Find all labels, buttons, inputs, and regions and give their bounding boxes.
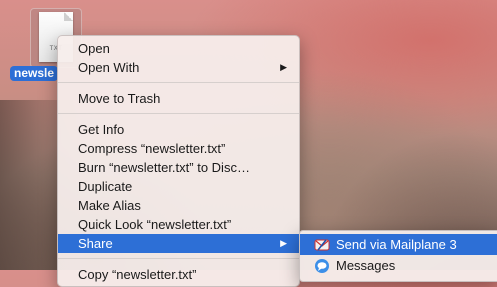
- menu-item-label: Open: [78, 41, 110, 56]
- menu-separator: [58, 82, 299, 83]
- menu-item-label: Get Info: [78, 122, 125, 137]
- messages-icon: [315, 259, 329, 273]
- menu-item-open-with[interactable]: Open With ▶: [58, 58, 299, 77]
- menu-item-label: Open With: [78, 60, 140, 75]
- chevron-right-icon: ▶: [280, 238, 287, 248]
- share-submenu: Send via Mailplane 3 Messages: [299, 230, 497, 282]
- menu-item-copy[interactable]: Copy “newsletter.txt”: [58, 265, 299, 284]
- file-name-label[interactable]: newsle: [10, 66, 59, 81]
- menu-item-open[interactable]: Open: [58, 39, 299, 58]
- menu-item-label: Duplicate: [78, 179, 133, 194]
- menu-item-label: Make Alias: [78, 198, 141, 213]
- submenu-item-label: Messages: [336, 258, 396, 273]
- menu-item-move-to-trash[interactable]: Move to Trash: [58, 89, 299, 108]
- menu-item-burn-to-disc[interactable]: Burn “newsletter.txt” to Disc…: [58, 158, 299, 177]
- menu-item-compress[interactable]: Compress “newsletter.txt”: [58, 139, 299, 158]
- menu-item-label: Copy “newsletter.txt”: [78, 267, 197, 282]
- submenu-item-messages[interactable]: Messages: [300, 255, 497, 276]
- menu-separator: [58, 113, 299, 114]
- menu-item-label: Move to Trash: [78, 91, 161, 106]
- mailplane-icon: [314, 239, 330, 251]
- chevron-right-icon: ▶: [280, 62, 287, 72]
- menu-item-quick-look[interactable]: Quick Look “newsletter.txt”: [58, 215, 299, 234]
- menu-item-get-info[interactable]: Get Info: [58, 120, 299, 139]
- menu-item-label: Quick Look “newsletter.txt”: [78, 217, 232, 232]
- context-menu: Open Open With ▶ Move to Trash Get Info …: [57, 35, 300, 287]
- menu-item-label: Burn “newsletter.txt” to Disc…: [78, 160, 250, 175]
- submenu-item-mailplane[interactable]: Send via Mailplane 3: [300, 234, 497, 255]
- menu-item-label: Compress “newsletter.txt”: [78, 141, 226, 156]
- menu-item-share[interactable]: Share ▶: [58, 234, 299, 253]
- submenu-item-label: Send via Mailplane 3: [336, 237, 457, 252]
- menu-separator: [58, 258, 299, 259]
- menu-item-make-alias[interactable]: Make Alias: [58, 196, 299, 215]
- menu-item-duplicate[interactable]: Duplicate: [58, 177, 299, 196]
- menu-item-label: Share: [78, 236, 113, 251]
